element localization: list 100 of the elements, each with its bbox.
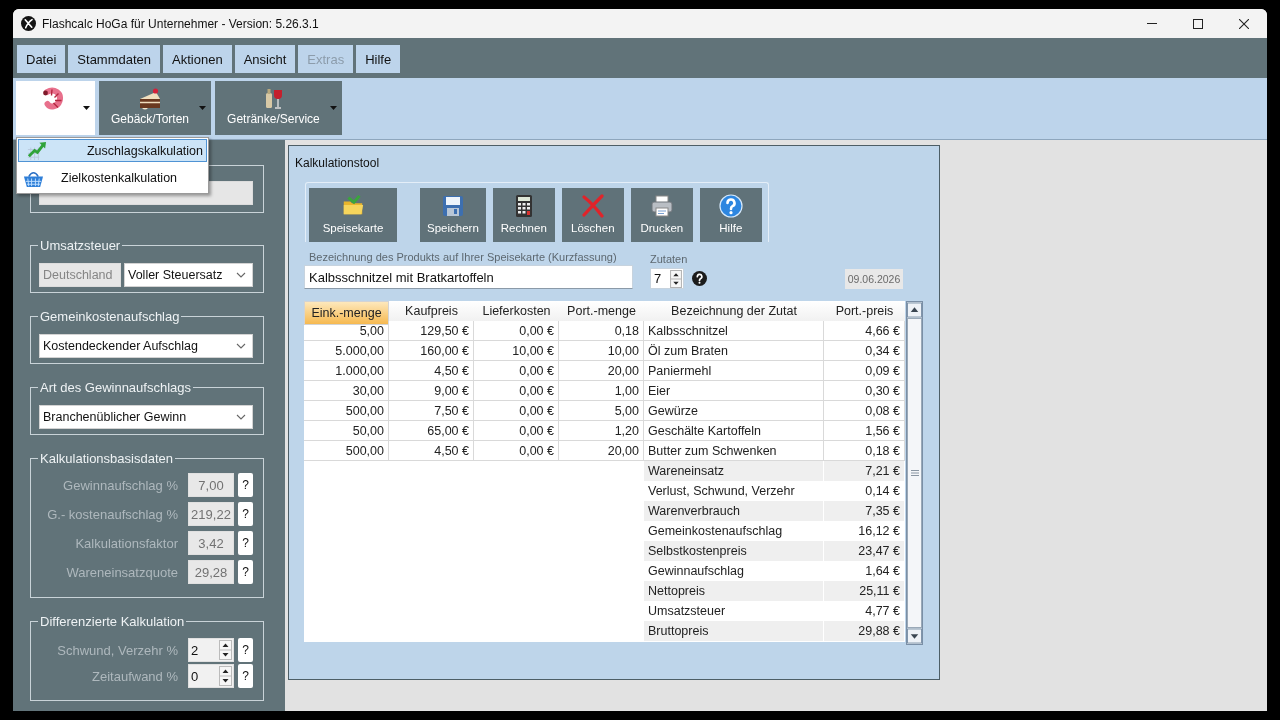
dropdown-field[interactable]: Branchenüblicher Gewinn (39, 405, 253, 429)
table-cell: 1,00 (559, 381, 644, 401)
date-field: 09.06.2026 (845, 269, 903, 289)
menu-item[interactable]: Ansicht (234, 45, 296, 73)
category-button[interactable] (16, 81, 95, 135)
chevron-down-icon (236, 343, 246, 349)
category-button[interactable]: Getränke/Service (215, 81, 342, 135)
minimize-icon (1147, 23, 1157, 24)
table-cell: 20,00 (559, 441, 644, 461)
table-cell: 4,66 € (824, 321, 905, 341)
table-cell: 500,00 (304, 441, 389, 461)
caret-icon (199, 106, 207, 110)
table-cell: 0,00 € (474, 441, 559, 461)
help-icon[interactable] (692, 271, 707, 286)
group-label: Differenzierte Kalkulation (39, 614, 186, 629)
group-label: Gemeinkostenaufschlag (39, 309, 181, 324)
table-cell: 0,09 € (824, 361, 905, 381)
group-label: Art des Gewinnaufschlags (39, 380, 193, 395)
toolbar-button[interactable]: Speichern (420, 188, 486, 242)
table-cell: 5,00 (304, 321, 389, 341)
menu-item[interactable]: Zuschlagskalkulation (18, 139, 207, 162)
scrollbar[interactable] (906, 301, 923, 645)
field-label: Kalkulationsfaktor (74, 535, 178, 551)
toolbar-button[interactable]: Löschen (561, 188, 624, 242)
group-label: Kalkulationsbasisdaten (39, 451, 174, 466)
field-label: Gewinnaufschlag % (62, 477, 178, 493)
spin-arrows-icon (219, 666, 232, 686)
value-field: 3,42 (188, 531, 234, 555)
table-cell: Geschälte Kartoffeln (644, 421, 824, 441)
toolbar-button[interactable]: Drucken (630, 188, 693, 242)
field-label: Zeitaufwand % (91, 668, 178, 684)
close-icon (1239, 18, 1249, 29)
table-cell: 0,00 € (474, 401, 559, 421)
field-label: Schwund, Verzehr % (56, 642, 178, 658)
table-cell: 7,50 € (389, 401, 474, 421)
table-cell: 10,00 € (474, 341, 559, 361)
summary-value: 23,47 € (824, 541, 905, 561)
chevron-down-icon (236, 272, 246, 278)
menu-item[interactable]: Datei (17, 45, 66, 73)
toolbar-button[interactable]: Rechnen (492, 188, 555, 242)
table-cell: 160,00 € (389, 341, 474, 361)
table-cell: 50,00 (304, 421, 389, 441)
help-button[interactable]: ? (238, 638, 253, 662)
scroll-down-icon (907, 628, 922, 644)
menu-item[interactable]: Stammdaten (68, 45, 161, 73)
table-cell: 30,00 (304, 381, 389, 401)
table-cell: Kalbsschnitzel (644, 321, 824, 341)
value-field: 29,28 (188, 560, 234, 584)
app-logo-icon (21, 16, 36, 31)
spinner-field[interactable]: 2 (188, 638, 234, 662)
table-cell: 0,08 € (824, 401, 905, 421)
menu-item[interactable]: Aktionen (163, 45, 232, 73)
caret-icon (83, 106, 90, 110)
summary-value: 25,11 € (824, 581, 905, 601)
table-cell: 129,50 € (389, 321, 474, 341)
chevron-down-icon (236, 414, 246, 420)
category-button[interactable]: Gebäck/Torten (99, 81, 212, 135)
rising-chart-icon (26, 140, 47, 161)
table-cell: Gewürze (644, 401, 824, 421)
dropdown-field[interactable]: Kostendeckender Aufschlag (39, 334, 253, 358)
help-button[interactable]: ? (238, 664, 253, 688)
spinner-field[interactable]: 0 (188, 664, 234, 688)
table-cell: 0,30 € (824, 381, 905, 401)
value-field: 7,00 (188, 473, 234, 497)
caret-icon (329, 106, 337, 110)
table-cell: 1.000,00 (304, 361, 389, 381)
summary-label: Nettopreis (644, 581, 824, 601)
table-cell: 9,00 € (389, 381, 474, 401)
cake-slice-icon (137, 87, 163, 111)
table-cell: 0,00 € (474, 421, 559, 441)
table-cell: 0,34 € (824, 341, 905, 361)
table-cell: 20,00 (559, 361, 644, 381)
grip-icon (910, 470, 919, 476)
scroll-up-icon (907, 302, 922, 318)
toolbar-button[interactable]: Speisekarte (309, 188, 397, 242)
column-header[interactable]: Eink.-menge (304, 301, 389, 325)
maximize-icon (1193, 18, 1203, 29)
field-label: Wareneinsatzquote (65, 564, 178, 580)
help-icon (718, 194, 743, 218)
summary-label: Selbstkostenpreis (644, 541, 824, 561)
summary-label: Bruttopreis (644, 621, 824, 641)
value-field: 219,22 (188, 502, 234, 526)
spin-arrows-icon (670, 269, 682, 288)
cross-icon (580, 194, 605, 218)
table-cell: 0,00 € (474, 321, 559, 341)
summary-label: Wareneinsatz (644, 461, 824, 481)
menu-item[interactable]: Hilfe (356, 45, 401, 73)
table-cell: 0,00 € (474, 361, 559, 381)
dropdown-field[interactable]: Voller Steuersatz (124, 263, 253, 287)
ingredient-count-spinner[interactable]: 7 (650, 268, 684, 289)
table-cell: 1,56 € (824, 421, 905, 441)
menu-item[interactable]: Zielkostenkalkulation (18, 164, 207, 192)
table-cell: 4,50 € (389, 441, 474, 461)
summary-value: 7,35 € (824, 501, 905, 521)
table-cell: Öl zum Braten (644, 341, 824, 361)
table-cell: Eier (644, 381, 824, 401)
table-cell: 500,00 (304, 401, 389, 421)
product-name-field[interactable]: Kalbsschnitzel mit Bratkartoffeln (304, 265, 633, 289)
table-cell: 0,00 € (474, 381, 559, 401)
toolbar-button[interactable]: Hilfe (699, 188, 762, 242)
